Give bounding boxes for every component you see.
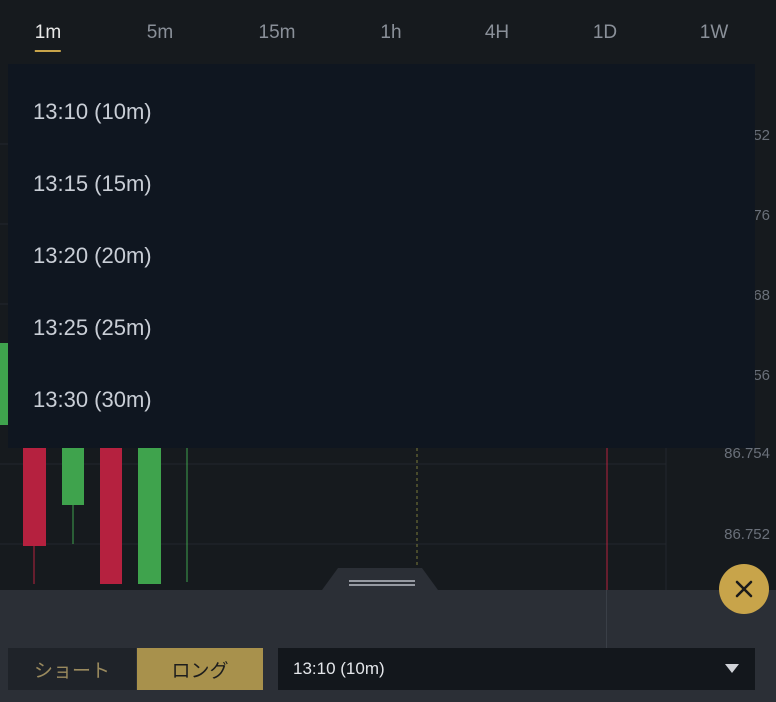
- candle: [138, 448, 161, 584]
- tab-4h[interactable]: 4H: [485, 22, 509, 50]
- price-label: 86.752: [724, 526, 770, 543]
- dropdown-option[interactable]: 13:10 (10m): [33, 99, 152, 125]
- tab-5m[interactable]: 5m: [147, 22, 173, 50]
- tab-1h[interactable]: 1h: [380, 22, 401, 50]
- dropdown-option[interactable]: 13:25 (25m): [33, 315, 152, 341]
- expiry-select-value: 13:10 (10m): [293, 659, 385, 678]
- long-button[interactable]: ロング: [137, 648, 263, 690]
- expiry-dropdown-list: 13:10 (10m) 13:15 (15m) 13:20 (20m) 13:2…: [8, 64, 755, 448]
- candle: [62, 448, 84, 505]
- tab-15m[interactable]: 15m: [259, 22, 296, 50]
- tab-1d[interactable]: 1D: [593, 22, 617, 50]
- drag-handle-icon[interactable]: [322, 568, 438, 590]
- timeframe-tabs: 1m 5m 15m 1h 4H 1D 1W: [0, 0, 776, 64]
- candle: [0, 343, 8, 425]
- price-label-partial: 68: [753, 287, 770, 304]
- dropdown-option[interactable]: 13:15 (15m): [33, 171, 152, 197]
- dropdown-option[interactable]: 13:20 (20m): [33, 243, 152, 269]
- close-button[interactable]: [719, 564, 769, 614]
- price-label-partial: 56: [753, 367, 770, 384]
- caret-down-icon: [725, 664, 739, 673]
- price-label-partial: 76: [753, 207, 770, 224]
- dropdown-option[interactable]: 13:30 (30m): [33, 387, 152, 413]
- expiry-select[interactable]: 13:10 (10m): [278, 648, 755, 690]
- candle: [23, 448, 46, 546]
- tab-1w[interactable]: 1W: [700, 22, 729, 50]
- price-label-partial: 52: [753, 127, 770, 144]
- close-icon: [735, 580, 753, 598]
- short-button[interactable]: ショート: [8, 648, 136, 690]
- tab-1m[interactable]: 1m: [34, 22, 62, 52]
- candle: [100, 448, 122, 584]
- expiry-line-extension: [606, 590, 607, 648]
